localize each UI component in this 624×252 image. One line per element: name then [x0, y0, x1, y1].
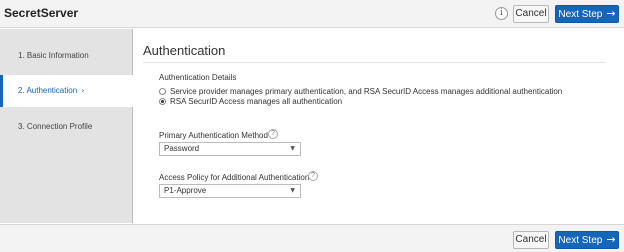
select-value: Password	[164, 144, 200, 153]
access-policy-select[interactable]: P1-Approve ▼	[159, 184, 301, 198]
app-title: SecretServer	[4, 6, 79, 20]
radio-button-selected[interactable]	[159, 97, 166, 105]
arrow-right-icon: →	[606, 233, 616, 246]
select-value: P1-Approve	[164, 186, 207, 195]
next-step-button[interactable]: Next Step →	[555, 5, 619, 23]
arrow-right-icon: →	[606, 7, 616, 20]
cancel-button[interactable]: Cancel	[513, 5, 549, 23]
step-label: 2. Authentication	[18, 86, 78, 95]
footer-cancel-button[interactable]: Cancel	[513, 231, 549, 249]
caret-down-icon: ▼	[290, 187, 295, 194]
radio-option-sp-primary[interactable]: Service provider manages primary authent…	[159, 86, 562, 96]
cancel-button-label: Cancel	[515, 8, 547, 19]
primary-auth-method-select[interactable]: Password ▼	[159, 142, 301, 156]
page-title: Authentication	[143, 43, 226, 58]
footer-next-step-button[interactable]: Next Step →	[555, 231, 619, 249]
radio-button[interactable]	[159, 87, 166, 95]
title-divider	[143, 62, 606, 63]
radio-label: Service provider manages primary authent…	[170, 86, 563, 96]
step-label: 3. Connection Profile	[18, 122, 93, 131]
radio-label: RSA SecurID Access manages all authentic…	[170, 96, 343, 106]
help-icon[interactable]: ?	[268, 129, 278, 139]
step-basic-information[interactable]: 1. Basic Information	[0, 40, 133, 72]
access-policy-label: Access Policy for Additional Authenticat…	[159, 173, 310, 182]
help-icon[interactable]: ?	[308, 171, 318, 181]
footer-bar: Cancel Next Step →	[0, 224, 624, 252]
chevron-right-icon: ›	[81, 86, 85, 95]
caret-down-icon: ▼	[290, 145, 295, 152]
wizard-steps-sidebar: 1. Basic Information 2. Authentication › …	[0, 29, 134, 223]
next-step-label: Next Step	[558, 235, 603, 246]
top-bar: SecretServer i Cancel Next Step →	[0, 0, 624, 28]
step-connection-profile[interactable]: 3. Connection Profile	[0, 111, 133, 143]
primary-auth-method-label: Primary Authentication Method	[159, 131, 268, 140]
info-icon[interactable]: i	[495, 7, 508, 20]
cancel-button-label: Cancel	[515, 234, 547, 245]
radio-option-rsa-all[interactable]: RSA SecurID Access manages all authentic…	[159, 96, 342, 106]
step-label: 1. Basic Information	[18, 51, 89, 60]
step-authentication[interactable]: 2. Authentication ›	[0, 75, 134, 107]
auth-details-label: Authentication Details	[159, 73, 237, 82]
next-step-label: Next Step	[558, 9, 603, 20]
